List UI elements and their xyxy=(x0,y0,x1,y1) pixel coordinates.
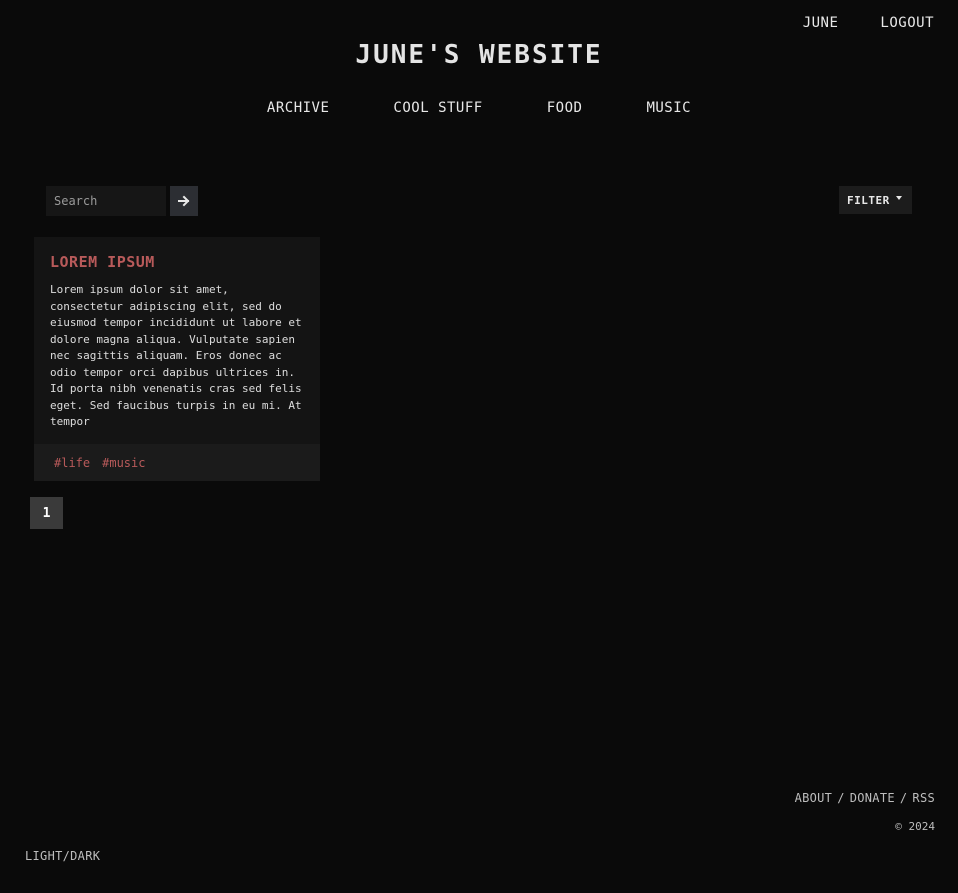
post-tags: #life #music xyxy=(34,444,320,481)
nav-item-archive[interactable]: ARCHIVE xyxy=(267,100,330,116)
user-nav: JUNE LOGOUT xyxy=(803,15,934,31)
main-nav: ARCHIVE COOL STUFF FOOD MUSIC xyxy=(0,100,958,116)
search-bar xyxy=(46,186,198,216)
footer-separator: / xyxy=(899,791,908,805)
search-submit-button[interactable] xyxy=(170,186,198,216)
tag-link-music[interactable]: #music xyxy=(102,456,145,470)
site-title[interactable]: JUNE'S WEBSITE xyxy=(0,40,958,70)
chevron-down-icon xyxy=(895,196,902,200)
tag-link-life[interactable]: #life xyxy=(54,456,90,470)
post-excerpt: Lorem ipsum dolor sit amet, consectetur … xyxy=(50,283,302,428)
search-input[interactable] xyxy=(46,186,166,216)
footer-rss-link[interactable]: RSS xyxy=(912,791,935,805)
post-title[interactable]: LOREM IPSUM xyxy=(50,253,155,271)
nav-item-food[interactable]: FOOD xyxy=(547,100,583,116)
filter-label: FILTER xyxy=(847,193,890,207)
footer-about-link[interactable]: ABOUT xyxy=(795,791,833,805)
nav-item-music[interactable]: MUSIC xyxy=(646,100,691,116)
page: JUNE LOGOUT JUNE'S WEBSITE ARCHIVE COOL … xyxy=(0,0,958,893)
logout-link[interactable]: LOGOUT xyxy=(880,15,934,31)
theme-toggle-link[interactable]: LIGHT/DARK xyxy=(25,849,100,863)
post-card[interactable]: LOREM IPSUM Lorem ipsum dolor sit amet, … xyxy=(34,237,320,481)
filter-dropdown-button[interactable]: FILTER xyxy=(839,186,912,214)
user-profile-link[interactable]: JUNE xyxy=(803,15,839,31)
footer-separator: / xyxy=(837,791,845,805)
pagination-page-1[interactable]: 1 xyxy=(30,497,63,529)
arrow-right-icon xyxy=(178,195,190,207)
footer-links: ABOUT / DONATE / RSS xyxy=(795,791,935,805)
copyright: © 2024 xyxy=(895,820,935,833)
nav-item-cool-stuff[interactable]: COOL STUFF xyxy=(393,100,482,116)
footer-donate-link[interactable]: DONATE xyxy=(850,791,895,805)
